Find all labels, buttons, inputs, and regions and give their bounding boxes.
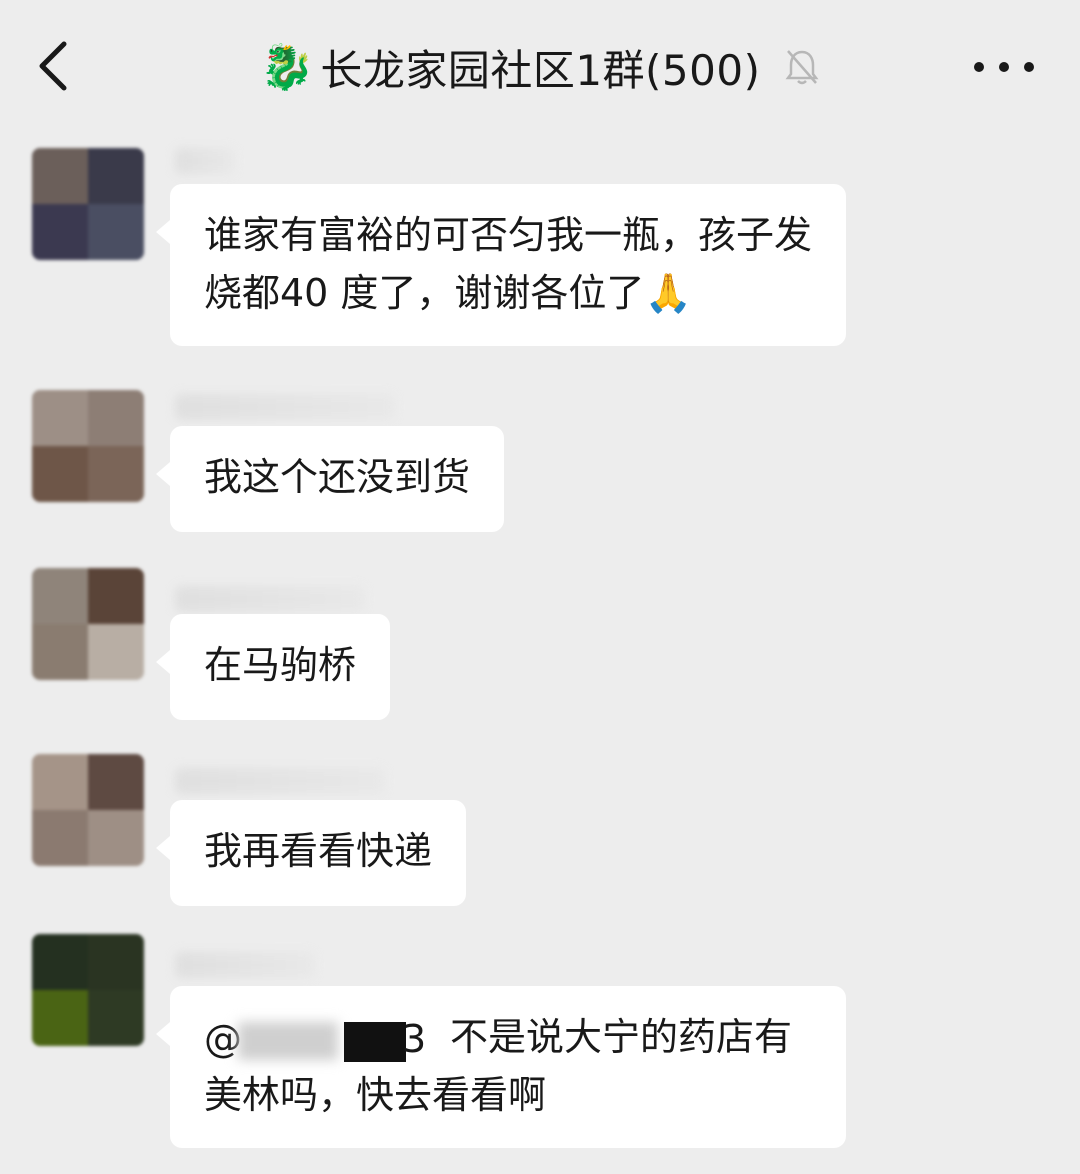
avatar[interactable]	[32, 568, 144, 680]
avatar[interactable]	[32, 148, 144, 260]
message-text: 我再看看快递	[204, 829, 433, 873]
sender-name	[175, 768, 385, 794]
more-horizontal-icon	[974, 62, 984, 72]
avatar[interactable]	[32, 934, 144, 1046]
message-text: 谁家有富裕的可否匀我一瓶，孩子发烧都40 度了，谢谢各位了	[204, 213, 813, 315]
mention[interactable]: @ 3	[204, 1017, 436, 1062]
sender-name	[175, 586, 365, 612]
message-bubble[interactable]: 在马驹桥	[155, 614, 391, 720]
avatar[interactable]	[32, 390, 144, 502]
dragon-emoji: 🐉	[259, 42, 315, 93]
message-bubble[interactable]: 我这个还没到货	[155, 426, 505, 532]
message-bubble[interactable]: @ 3 不是说大宁的药店有美林吗，快去看看啊	[156, 986, 846, 1148]
sender-name	[175, 394, 395, 420]
chat-title: 长龙家园社区1群(500)	[320, 45, 761, 95]
sender-name	[175, 148, 235, 174]
redaction-bar	[344, 1021, 406, 1062]
message-text: 在马驹桥	[204, 643, 357, 687]
message-text: 我这个还没到货	[204, 455, 471, 499]
avatar[interactable]	[32, 754, 144, 866]
sender-name	[175, 952, 315, 978]
more-options-button[interactable]	[974, 52, 1034, 82]
chat-title-area[interactable]: 🐉 长龙家园社区1群(500)	[0, 36, 1080, 98]
pray-emoji: 🙏	[644, 271, 692, 315]
bell-off-icon	[785, 50, 819, 85]
message-bubble[interactable]: 谁家有富裕的可否匀我一瓶，孩子发烧都40 度了，谢谢各位了🙏	[156, 184, 846, 346]
message-bubble[interactable]: 我再看看快递	[155, 800, 467, 906]
chat-header: 🐉 长龙家园社区1群(500)	[0, 0, 1080, 132]
